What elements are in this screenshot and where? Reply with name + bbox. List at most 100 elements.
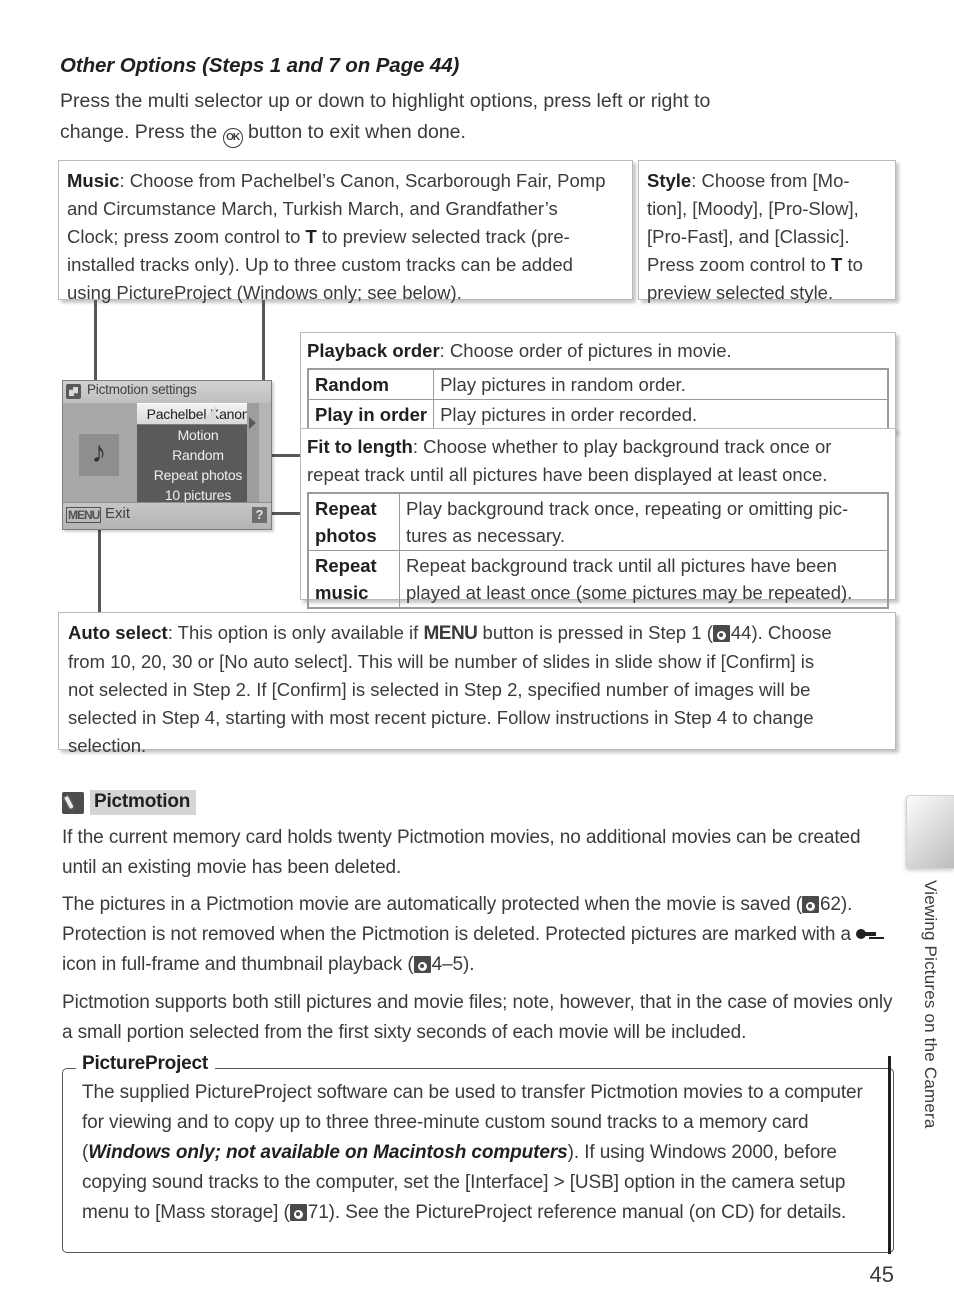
page-title: Other Options (Steps 1 and 7 on Page 44) (60, 54, 460, 77)
fit-row-value-repeat-photos-line1: Play background track once, repeating or… (406, 498, 849, 519)
pp-text-ref: 71). See the PictureProject reference ma… (307, 1202, 847, 1223)
note-para-2-b: icon in full-frame and thumbnail playbac… (62, 954, 414, 975)
pictureproject-text: The supplied PictureProject software can… (82, 1078, 878, 1228)
auto-select-label: Auto select (68, 622, 168, 643)
ok-button-icon: OK (222, 128, 243, 148)
help-badge-icon: ? (252, 507, 267, 523)
auto-line-1: Auto select: This option is only availab… (68, 619, 886, 648)
table-row: Repeat photos Play background track once… (307, 492, 889, 551)
lcd-item-style[interactable]: Motion (137, 425, 259, 445)
pp-emphasis: Windows only; not available on Macintosh… (88, 1142, 568, 1163)
intro-line-2: change. Press the OK button to exit when… (60, 117, 893, 148)
playback-mode-icon (66, 384, 81, 399)
auto-line-1-b: button is pressed in Step 1 ( (482, 622, 713, 643)
zoom-control-t-label: T (305, 226, 317, 247)
lcd-body: Pachelbel Kanon Motion Random Repeat pho… (63, 403, 271, 503)
table-row: Random Play pictures in random order. (307, 368, 889, 400)
table-row: Repeat music Repeat background track unt… (307, 550, 889, 609)
menu-button-label: MENU (423, 623, 478, 644)
fit-desc-line-1-text: : Choose whether to play background trac… (412, 436, 832, 457)
pictmotion-note-heading: Pictmotion (62, 790, 197, 815)
chapter-rule (888, 1056, 891, 1254)
music-line-3-a: Clock; press zoom control to (67, 226, 301, 247)
playback-order-label: Playback order (307, 340, 440, 361)
intro-line-1: Press the multi selector up or down to h… (60, 90, 711, 112)
pictmotion-note-para-1: If the current memory card holds twenty … (62, 827, 861, 878)
lcd-exit-label: Exit (105, 505, 131, 522)
music-line-1: Music: Choose from Pachelbel’s Canon, Sc… (67, 167, 624, 195)
fit-to-length-box: Fit to length: Choose whether to play ba… (300, 428, 896, 609)
fit-desc-line-1: Fit to length: Choose whether to play ba… (307, 433, 889, 461)
music-line-2: and Circumstance March, Turkish March, a… (67, 198, 558, 219)
auto-line-1-a: : This option is only available if (167, 622, 419, 643)
style-line-3: [Pro-Fast], and [Classic]. (647, 226, 850, 247)
music-line-1-text: : Choose from Pachelbel’s Canon, Scarbor… (119, 170, 606, 191)
fit-row-key-repeat-music-line1: Repeat (315, 555, 377, 576)
style-line-4-a: Press zoom control to (647, 254, 826, 275)
pictmotion-note-heading-text: Pictmotion (90, 790, 197, 815)
lcd-item-playback-order[interactable]: Random (137, 445, 259, 465)
auto-line-1-ref: 44). Choose (730, 622, 832, 643)
fit-row-value-repeat-photos-line2: tures as necessary. (406, 525, 566, 546)
fit-desc-line-2: repeat track until all pictures have bee… (307, 464, 828, 485)
auto-line-3: not selected in Step 2. If [Confirm] is … (68, 679, 811, 700)
fit-to-length-label: Fit to length (307, 436, 413, 457)
fit-row-key-repeat-photos-line2: photos (315, 525, 377, 546)
chapter-tab (906, 795, 954, 869)
music-line-4: installed tracks only). Up to three cust… (67, 254, 573, 275)
music-line-5: using PictureProject (Windows only; see … (67, 282, 462, 303)
lcd-title-bar: Pictmotion settings (63, 381, 271, 404)
playback-row-value-play-in-order: Play pictures in order recorded. (433, 399, 889, 431)
lcd-left-pane (63, 403, 137, 503)
lcd-title: Pictmotion settings (87, 382, 197, 397)
fit-row-value-repeat-music-line1: Repeat background track until all pictur… (406, 555, 837, 576)
fit-row-key-repeat-photos-line1: Repeat (315, 498, 377, 519)
style-line-1-text: : Choose from [Mo- (691, 170, 850, 191)
fit-row-value-repeat-photos: Play background track once, repeating or… (399, 492, 889, 551)
playback-order-desc: Playback order: Choose order of pictures… (307, 337, 889, 365)
pictmotion-note-para-3: Pictmotion supports both still pictures … (62, 992, 893, 1043)
playback-order-table: Random Play pictures in random order. Pl… (307, 368, 889, 431)
playback-order-desc-text: : Choose order of pictures in movie. (439, 340, 732, 361)
fit-to-length-table: Repeat photos Play background track once… (307, 492, 889, 609)
fit-row-value-repeat-music: Repeat background track until all pictur… (399, 550, 889, 609)
zoom-control-t-label-style: T (831, 254, 843, 275)
note-para-2-a: The pictures in a Pictmotion movie are a… (62, 894, 802, 915)
fit-row-key-repeat-music: Repeat music (307, 550, 400, 609)
reference-eye-icon (712, 625, 730, 642)
style-line-4: Press zoom control to T to (647, 251, 887, 279)
lcd-menu-list: Pachelbel Kanon Motion Random Repeat pho… (137, 403, 259, 503)
auto-line-4: selected in Step 4, starting with most r… (68, 707, 814, 728)
style-line-5: preview selected style. (647, 282, 834, 303)
protect-key-icon (856, 928, 877, 941)
reference-eye-icon-4-5 (413, 956, 431, 973)
intro-line-2-a: change. Press the (60, 121, 218, 143)
intro-line-2-b: button to exit when done. (248, 121, 466, 143)
style-option-box: Style: Choose from [Mo- tion], [Moody], … (638, 160, 896, 303)
playback-row-key-play-in-order: Play in order (307, 399, 435, 431)
chapter-label: Viewing Pictures on the Camera (921, 880, 940, 1129)
pictureproject-legend: PictureProject (76, 1053, 216, 1075)
reference-eye-icon-62 (801, 896, 819, 913)
lcd-item-music[interactable]: Pachelbel Kanon (137, 403, 259, 425)
pencil-icon (62, 791, 84, 814)
auto-line-5: selection. (68, 735, 147, 756)
fit-row-value-repeat-music-line2: played at least once (some pictures may … (406, 582, 853, 603)
fit-row-key-repeat-music-line2: music (315, 582, 369, 603)
style-line-1: Style: Choose from [Mo- (647, 167, 887, 195)
note-para-2-ref2: 4–5). (431, 954, 475, 975)
intro-paragraph: Press the multi selector up or down to h… (60, 86, 893, 148)
lcd-status-bar: MENU Exit ? (63, 502, 271, 529)
music-option-box: Music: Choose from Pachelbel’s Canon, Sc… (58, 160, 633, 303)
style-label: Style (647, 170, 692, 191)
music-note-icon (79, 430, 119, 476)
style-line-4-b: to (847, 254, 863, 275)
auto-select-box: Auto select: This option is only availab… (58, 612, 896, 756)
playback-row-key-random: Random (307, 368, 435, 400)
table-row: Play in order Play pictures in order rec… (307, 399, 889, 431)
fit-row-key-repeat-photos: Repeat photos (307, 492, 400, 551)
pictmotion-note-para-2: The pictures in a Pictmotion movie are a… (62, 890, 894, 980)
lcd-item-fit-to-length[interactable]: Repeat photos (137, 465, 259, 485)
reference-eye-icon-71 (289, 1204, 307, 1221)
music-line-3: Clock; press zoom control to T to previe… (67, 223, 624, 251)
